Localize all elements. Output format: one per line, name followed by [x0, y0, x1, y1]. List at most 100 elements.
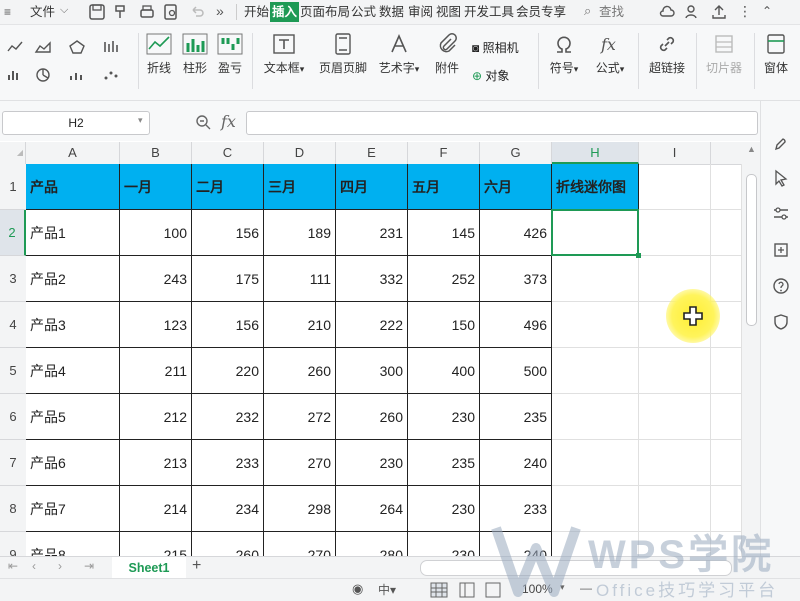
cell-c9[interactable]: 260: [192, 532, 264, 556]
name-box[interactable]: H2: [2, 111, 150, 135]
cell-a8[interactable]: 产品7: [26, 486, 120, 532]
cell-i8[interactable]: [639, 486, 711, 532]
form-button[interactable]: 窗体: [760, 33, 792, 76]
cell-b1[interactable]: 一月: [120, 164, 192, 210]
sparkline-line-button[interactable]: 折线: [144, 33, 174, 76]
cell-d7[interactable]: 270: [264, 440, 336, 486]
cell-g2[interactable]: 426: [480, 210, 552, 256]
cell-d8[interactable]: 298: [264, 486, 336, 532]
cell-f5[interactable]: 400: [408, 348, 480, 394]
tab-view[interactable]: 视图: [434, 2, 463, 22]
cell-d9[interactable]: 270: [264, 532, 336, 556]
cell-h6[interactable]: [552, 394, 639, 440]
cell-b7[interactable]: 213: [120, 440, 192, 486]
page-break-view-icon[interactable]: [484, 582, 502, 598]
sparkline-column-button[interactable]: 柱形: [180, 33, 210, 76]
cell-j9[interactable]: [711, 532, 742, 556]
fx-button[interactable]: fx: [221, 112, 236, 131]
cell-a4[interactable]: 产品3: [26, 302, 120, 348]
cell-b6[interactable]: 212: [120, 394, 192, 440]
row-header-4[interactable]: 4: [0, 302, 26, 348]
cell-j1[interactable]: [711, 164, 742, 210]
help-icon[interactable]: [772, 277, 790, 295]
stock-chart-small-icon[interactable]: [102, 39, 120, 55]
cell-b8[interactable]: 214: [120, 486, 192, 532]
cell-b9[interactable]: 215: [120, 532, 192, 556]
zoom-level[interactable]: 100%: [522, 582, 553, 596]
tab-review[interactable]: 审阅: [406, 2, 435, 22]
cell-j3[interactable]: [711, 256, 742, 302]
column-header-a[interactable]: A: [26, 142, 120, 164]
cell-a7[interactable]: 产品6: [26, 440, 120, 486]
cell-d3[interactable]: 111: [264, 256, 336, 302]
wordart-button[interactable]: 艺术字▾: [376, 33, 422, 76]
cell-grid[interactable]: 产品 一月 二月 三月 四月 五月 六月 折线迷你图 产品1 100 156 189 231 145 426…: [26, 164, 742, 556]
collaborate-icon[interactable]: [684, 3, 702, 21]
tab-data[interactable]: 数据: [377, 2, 406, 22]
cell-b5[interactable]: 211: [120, 348, 192, 394]
cell-a3[interactable]: 产品2: [26, 256, 120, 302]
scroll-up-icon[interactable]: ▲: [747, 144, 756, 154]
eye-protection-icon[interactable]: ◉: [352, 581, 363, 597]
formula-input[interactable]: [246, 111, 758, 135]
cell-f4[interactable]: 150: [408, 302, 480, 348]
add-sheet-button[interactable]: +: [192, 557, 201, 575]
print-icon[interactable]: [138, 3, 156, 21]
column-header-j[interactable]: [711, 142, 742, 164]
cell-d4[interactable]: 210: [264, 302, 336, 348]
cell-g3[interactable]: 373: [480, 256, 552, 302]
cell-g7[interactable]: 240: [480, 440, 552, 486]
last-sheet-icon[interactable]: ⇥: [84, 559, 94, 573]
prev-sheet-icon[interactable]: ‹: [32, 559, 36, 573]
normal-view-icon[interactable]: [430, 582, 448, 598]
row-header-2[interactable]: 2: [0, 210, 26, 256]
select-all-corner[interactable]: ◢: [0, 142, 26, 164]
tab-home[interactable]: 开始: [242, 2, 271, 22]
cell-b3[interactable]: 243: [120, 256, 192, 302]
cell-i9[interactable]: [639, 532, 711, 556]
area-chart-small-icon[interactable]: [34, 39, 52, 55]
cell-j5[interactable]: [711, 348, 742, 394]
sparkline-winloss-button[interactable]: 盈亏: [215, 33, 245, 76]
more-quick-icon[interactable]: »: [216, 3, 224, 19]
cell-f3[interactable]: 252: [408, 256, 480, 302]
cloud-sync-icon[interactable]: [658, 3, 676, 21]
cell-d6[interactable]: 272: [264, 394, 336, 440]
cell-i6[interactable]: [639, 394, 711, 440]
cell-a1[interactable]: 产品: [26, 164, 120, 210]
row-header-3[interactable]: 3: [0, 256, 26, 302]
vertical-scrollbar[interactable]: ▲: [742, 142, 760, 556]
cell-h5[interactable]: [552, 348, 639, 394]
symbol-button[interactable]: 符号▾: [544, 33, 584, 76]
attachment-button[interactable]: 附件: [432, 33, 462, 76]
file-menu-chevron-down-icon[interactable]: ⌵: [60, 4, 68, 17]
undo-icon[interactable]: [188, 3, 206, 21]
cell-j6[interactable]: [711, 394, 742, 440]
combo-chart-small-icon[interactable]: [68, 67, 86, 83]
header-footer-button[interactable]: 页眉页脚: [316, 33, 370, 76]
cell-b2[interactable]: 100: [120, 210, 192, 256]
cell-d1[interactable]: 三月: [264, 164, 336, 210]
row-header-1[interactable]: 1: [0, 164, 26, 210]
cell-c7[interactable]: 233: [192, 440, 264, 486]
cell-f8[interactable]: 230: [408, 486, 480, 532]
sliders-icon[interactable]: [772, 205, 790, 223]
zoom-formula-icon[interactable]: [194, 113, 212, 131]
cell-c2[interactable]: 156: [192, 210, 264, 256]
cell-j2[interactable]: [711, 210, 742, 256]
vertical-scroll-thumb[interactable]: [746, 174, 757, 326]
more-options-icon[interactable]: ⋮: [738, 3, 752, 20]
tab-member[interactable]: 会员专享: [514, 2, 568, 22]
cell-e4[interactable]: 222: [336, 302, 408, 348]
cell-e7[interactable]: 230: [336, 440, 408, 486]
language-icon[interactable]: 中▾: [378, 581, 396, 598]
cell-a2[interactable]: 产品1: [26, 210, 120, 256]
bar-chart-small-icon[interactable]: [6, 67, 24, 83]
tab-developer[interactable]: 开发工具: [462, 2, 516, 22]
cell-i7[interactable]: [639, 440, 711, 486]
cell-f9[interactable]: 230: [408, 532, 480, 556]
search-icon[interactable]: ⌕: [584, 3, 591, 19]
cell-g5[interactable]: 500: [480, 348, 552, 394]
radar-chart-small-icon[interactable]: [68, 39, 86, 55]
cell-f7[interactable]: 235: [408, 440, 480, 486]
